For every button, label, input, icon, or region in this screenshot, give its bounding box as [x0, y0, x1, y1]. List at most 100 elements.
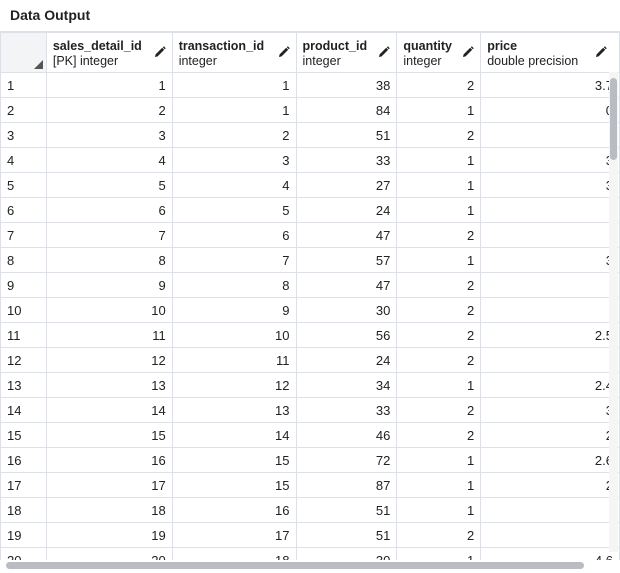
cell-transaction-id[interactable]: 7 [171, 247, 297, 273]
cell-transaction-id[interactable]: 9 [171, 297, 297, 323]
cell-sales-detail-id[interactable]: 13 [45, 372, 173, 398]
cell-transaction-id[interactable]: 18 [171, 547, 297, 560]
cell-price[interactable]: 2 [480, 472, 620, 498]
table-row[interactable]: 8875713 [0, 247, 620, 273]
cell-transaction-id[interactable]: 15 [171, 472, 297, 498]
cell-price[interactable]: 3 [480, 397, 620, 423]
table-row[interactable]: 11 11 10 56 2 2.5 [0, 322, 620, 348]
cell-quantity[interactable]: 1 [396, 497, 482, 523]
row-number[interactable]: 1 [0, 72, 47, 98]
cell-transaction-id[interactable]: 4 [171, 172, 297, 198]
cell-product-id[interactable]: 51 [295, 122, 398, 148]
table-row[interactable]: 19 19 17 51 2 [0, 522, 620, 548]
cell-quantity[interactable]: 2 [396, 347, 482, 373]
cell-product-id[interactable]: 84 [295, 97, 398, 123]
cell-product-id[interactable]: 38 [295, 72, 398, 98]
cell-transaction-id[interactable]: 11 [171, 347, 297, 373]
cell-quantity[interactable]: 1 [396, 472, 482, 498]
cell-price[interactable]: 2 [480, 422, 620, 448]
table-row[interactable]: 7 7 6 47 2 [0, 222, 620, 248]
cell-product-id[interactable]: 34 [295, 372, 398, 398]
cell-price[interactable]: 0 [480, 97, 620, 123]
table-row[interactable]: 1515144622 [0, 422, 620, 448]
cell-price[interactable] [480, 122, 620, 148]
row-number[interactable]: 11 [0, 322, 47, 348]
cell-sales-detail-id[interactable]: 16 [45, 447, 173, 473]
cell-transaction-id[interactable]: 13 [171, 397, 297, 423]
cell-price[interactable]: 4.6 [480, 547, 620, 560]
cell-sales-detail-id[interactable]: 19 [45, 522, 173, 548]
cell-quantity[interactable]: 1 [396, 197, 482, 223]
cell-transaction-id[interactable]: 14 [171, 422, 297, 448]
row-number[interactable]: 6 [0, 197, 47, 223]
row-number[interactable]: 12 [0, 347, 47, 373]
row-number[interactable]: 13 [0, 372, 47, 398]
table-row[interactable]: 18 18 16 51 1 [0, 497, 620, 523]
cell-transaction-id[interactable]: 3 [171, 147, 297, 173]
table-row[interactable]: 1717158712 [0, 472, 620, 498]
table-row[interactable]: 16 16 15 72 1 2.6 [0, 447, 620, 473]
vertical-scrollbar-thumb[interactable] [610, 78, 617, 160]
pencil-icon[interactable] [462, 46, 474, 58]
cell-product-id[interactable]: 87 [295, 472, 398, 498]
cell-transaction-id[interactable]: 5 [171, 197, 297, 223]
cell-sales-detail-id[interactable]: 11 [45, 322, 173, 348]
row-number[interactable]: 8 [0, 247, 47, 273]
table-row[interactable]: 5542713 [0, 172, 620, 198]
row-number[interactable]: 5 [0, 172, 47, 198]
column-header-product-id[interactable]: product_id integer [295, 32, 398, 73]
cell-sales-detail-id[interactable]: 6 [45, 197, 173, 223]
cell-sales-detail-id[interactable]: 9 [45, 272, 173, 298]
row-number[interactable]: 10 [0, 297, 47, 323]
cell-transaction-id[interactable]: 2 [171, 122, 297, 148]
row-number[interactable]: 16 [0, 447, 47, 473]
row-number[interactable]: 2 [0, 97, 47, 123]
cell-sales-detail-id[interactable]: 1 [45, 72, 173, 98]
cell-price[interactable]: 3 [480, 147, 620, 173]
cell-price[interactable] [480, 222, 620, 248]
cell-price[interactable] [480, 347, 620, 373]
cell-price[interactable]: 2.4 [480, 372, 620, 398]
pencil-icon[interactable] [378, 46, 391, 58]
row-number[interactable]: 15 [0, 422, 47, 448]
cell-price[interactable]: 2.5 [480, 322, 620, 348]
cell-quantity[interactable]: 2 [396, 72, 482, 98]
cell-quantity[interactable]: 1 [396, 147, 482, 173]
row-number[interactable]: 14 [0, 397, 47, 423]
cell-product-id[interactable]: 33 [295, 147, 398, 173]
row-number[interactable]: 9 [0, 272, 47, 298]
pencil-icon[interactable] [154, 46, 166, 58]
pencil-icon[interactable] [595, 46, 607, 58]
cell-sales-detail-id[interactable]: 4 [45, 147, 173, 173]
row-number[interactable]: 4 [0, 147, 47, 173]
cell-quantity[interactable]: 1 [396, 247, 482, 273]
cell-price[interactable] [480, 522, 620, 548]
cell-quantity[interactable]: 2 [396, 272, 482, 298]
cell-transaction-id[interactable]: 12 [171, 372, 297, 398]
cell-transaction-id[interactable]: 1 [171, 72, 297, 98]
table-row[interactable]: 20 20 18 30 1 4.6 [0, 547, 620, 560]
cell-transaction-id[interactable]: 10 [171, 322, 297, 348]
cell-product-id[interactable]: 72 [295, 447, 398, 473]
cell-sales-detail-id[interactable]: 7 [45, 222, 173, 248]
cell-price[interactable]: 2.6 [480, 447, 620, 473]
cell-sales-detail-id[interactable]: 8 [45, 247, 173, 273]
cell-price[interactable]: 3.7 [480, 72, 620, 98]
cell-product-id[interactable]: 57 [295, 247, 398, 273]
table-row[interactable]: 10 10 9 30 2 [0, 297, 620, 323]
table-row[interactable]: 2218410 [0, 97, 620, 123]
cell-sales-detail-id[interactable]: 15 [45, 422, 173, 448]
cell-transaction-id[interactable]: 1 [171, 97, 297, 123]
row-number[interactable]: 18 [0, 497, 47, 523]
horizontal-scrollbar-thumb[interactable] [6, 562, 584, 569]
cell-product-id[interactable]: 51 [295, 522, 398, 548]
cell-product-id[interactable]: 51 [295, 497, 398, 523]
cell-quantity[interactable]: 2 [396, 422, 482, 448]
cell-product-id[interactable]: 47 [295, 222, 398, 248]
cell-transaction-id[interactable]: 8 [171, 272, 297, 298]
cell-quantity[interactable]: 1 [396, 172, 482, 198]
cell-sales-detail-id[interactable]: 14 [45, 397, 173, 423]
cell-price[interactable] [480, 197, 620, 223]
column-header-quantity[interactable]: quantity integer [396, 32, 482, 73]
cell-product-id[interactable]: 30 [295, 547, 398, 560]
